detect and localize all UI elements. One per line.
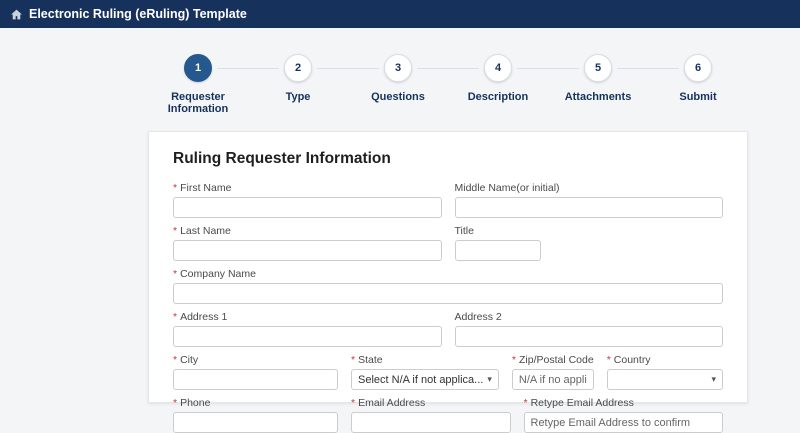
phone-label: *Phone — [173, 397, 338, 409]
country-label: *Country — [607, 354, 723, 366]
form-row: *Last Name Title — [173, 225, 723, 261]
zip-input[interactable] — [512, 369, 594, 390]
title-label: Title — [455, 225, 724, 237]
form-row: *Phone *Email Address *Retype Email Addr… — [173, 397, 723, 433]
required-marker: * — [173, 397, 177, 409]
company-name-label: *Company Name — [173, 268, 723, 280]
city-label: *City — [173, 354, 338, 366]
email-input[interactable] — [351, 412, 511, 433]
city-input[interactable] — [173, 369, 338, 390]
state-label: *State — [351, 354, 499, 366]
step-circle: 6 — [684, 54, 712, 82]
field-phone: *Phone — [173, 397, 338, 433]
retype-email-label: *Retype Email Address — [524, 397, 724, 409]
field-city: *City — [173, 354, 338, 390]
page-title: Electronic Ruling (eRuling) Template — [29, 7, 247, 21]
field-email: *Email Address — [351, 397, 511, 433]
chevron-down-icon: ▾ — [711, 374, 716, 385]
step-submit[interactable]: 6 Submit — [648, 54, 748, 115]
step-circle: 3 — [384, 54, 412, 82]
field-country: *Country ▾ — [607, 354, 723, 390]
step-circle: 4 — [484, 54, 512, 82]
step-attachments[interactable]: 5 Attachments — [548, 54, 648, 115]
step-label: Type — [286, 91, 311, 103]
last-name-input[interactable] — [173, 240, 442, 261]
email-label: *Email Address — [351, 397, 511, 409]
field-zip: *Zip/Postal Code — [512, 354, 594, 390]
last-name-label: *Last Name — [173, 225, 442, 237]
chevron-down-icon: ▾ — [487, 374, 492, 385]
step-questions[interactable]: 3 Questions — [348, 54, 448, 115]
field-last-name: *Last Name — [173, 225, 442, 261]
zip-label: *Zip/Postal Code — [512, 354, 594, 366]
required-marker: * — [512, 354, 516, 366]
required-marker: * — [351, 354, 355, 366]
step-description[interactable]: 4 Description — [448, 54, 548, 115]
required-marker: * — [173, 182, 177, 194]
title-input[interactable] — [455, 240, 541, 261]
field-first-name: *First Name — [173, 182, 442, 218]
field-address2: Address 2 — [455, 311, 724, 347]
required-marker: * — [524, 397, 528, 409]
step-label: Questions — [371, 91, 425, 103]
country-select[interactable]: ▾ — [607, 369, 723, 390]
required-marker: * — [173, 311, 177, 323]
field-company-name: *Company Name — [173, 268, 723, 304]
company-name-input[interactable] — [173, 283, 723, 304]
wizard-stepper: 1 Requester Information 2 Type 3 Questio… — [148, 54, 748, 115]
first-name-input[interactable] — [173, 197, 442, 218]
middle-name-input[interactable] — [455, 197, 724, 218]
field-title: Title — [455, 225, 724, 261]
address1-input[interactable] — [173, 326, 442, 347]
field-address1: *Address 1 — [173, 311, 442, 347]
address1-label: *Address 1 — [173, 311, 442, 323]
field-retype-email: *Retype Email Address — [524, 397, 724, 433]
form-row: *Company Name — [173, 268, 723, 304]
home-icon[interactable] — [10, 8, 23, 21]
step-circle: 5 — [584, 54, 612, 82]
address2-input[interactable] — [455, 326, 724, 347]
required-marker: * — [173, 225, 177, 237]
step-label: Submit — [679, 91, 716, 103]
step-label: Description — [468, 91, 529, 103]
required-marker: * — [351, 397, 355, 409]
form-row: *First Name Middle Name(or initial) — [173, 182, 723, 218]
state-selected-value: Select N/A if not applica... — [358, 374, 483, 386]
step-type[interactable]: 2 Type — [248, 54, 348, 115]
step-circle: 2 — [284, 54, 312, 82]
step-requester-information[interactable]: 1 Requester Information — [148, 54, 248, 115]
field-middle-name: Middle Name(or initial) — [455, 182, 724, 218]
required-marker: * — [173, 268, 177, 280]
phone-input[interactable] — [173, 412, 338, 433]
retype-email-input[interactable] — [524, 412, 724, 433]
state-select[interactable]: Select N/A if not applica... ▾ — [351, 369, 499, 390]
form-row: *City *State Select N/A if not applica..… — [173, 354, 723, 390]
address2-label: Address 2 — [455, 311, 724, 323]
step-label: Attachments — [565, 91, 632, 103]
form-title: Ruling Requester Information — [173, 150, 723, 168]
middle-name-label: Middle Name(or initial) — [455, 182, 724, 194]
required-marker: * — [607, 354, 611, 366]
field-state: *State Select N/A if not applica... ▾ — [351, 354, 499, 390]
first-name-label: *First Name — [173, 182, 442, 194]
step-circle: 1 — [184, 54, 212, 82]
required-marker: * — [173, 354, 177, 366]
form-row: *Address 1 Address 2 — [173, 311, 723, 347]
app-header: Electronic Ruling (eRuling) Template — [0, 0, 800, 28]
step-label: Requester Information — [148, 91, 248, 115]
form-card: Ruling Requester Information *First Name… — [148, 131, 748, 403]
